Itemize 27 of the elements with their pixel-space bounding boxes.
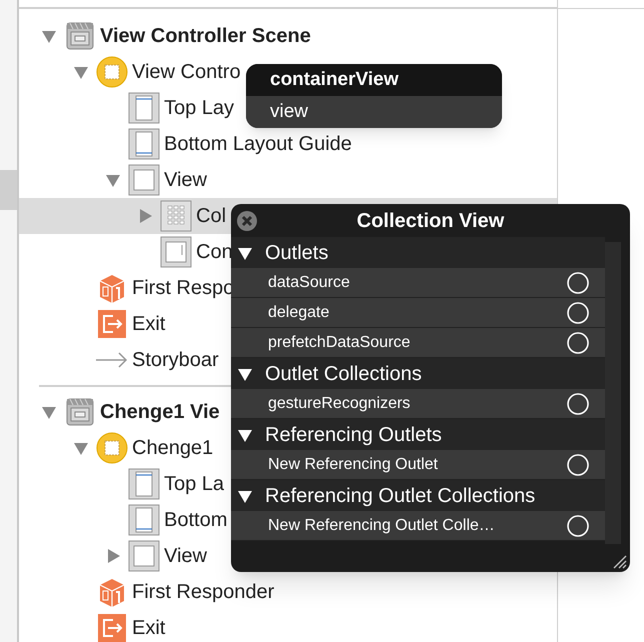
tree-item-label: View: [164, 544, 207, 569]
tree-item-label: Bottom Layout Guide: [164, 132, 352, 157]
tree-item-label: Con: [196, 240, 233, 265]
tree-item-label: Col: [196, 204, 226, 229]
tree-item-label: Top Lay: [164, 96, 234, 121]
tree-item-label: Chenge1: [132, 436, 214, 461]
tree-item-label: Chenge1 Vie: [100, 400, 220, 425]
panel-title: Collection View: [356, 208, 504, 234]
outlet-name: gestureRecognizers: [268, 394, 412, 414]
tree-item-label: Bottom: [164, 508, 228, 533]
tree-item-label: View Contro: [132, 60, 241, 85]
outlet-name: prefetchDataSource: [268, 332, 412, 352]
tree-item-label: Top La: [164, 472, 224, 497]
tree-item-label: View Controller Scene: [100, 24, 311, 49]
tree-item-label: Storyboar: [132, 348, 219, 373]
outlet-name: dataSource: [268, 272, 351, 292]
section-header: Outlets: [265, 240, 328, 266]
outlet-name: New Referencing Outlet: [268, 454, 439, 474]
section-header: Referencing Outlet Collections: [265, 484, 536, 508]
tree-item-label: View: [164, 168, 207, 193]
tree-item-label: Exit: [132, 616, 166, 641]
tree-item-label: Exit: [132, 312, 166, 337]
tree-item-label: First Responder: [132, 580, 274, 605]
outlet-name: delegate: [268, 302, 330, 322]
section-header: Referencing Outlets: [265, 422, 442, 448]
outlet-name: New Referencing Outlet Colle…: [268, 516, 496, 536]
section-header: Outlet Collections: [265, 362, 422, 386]
